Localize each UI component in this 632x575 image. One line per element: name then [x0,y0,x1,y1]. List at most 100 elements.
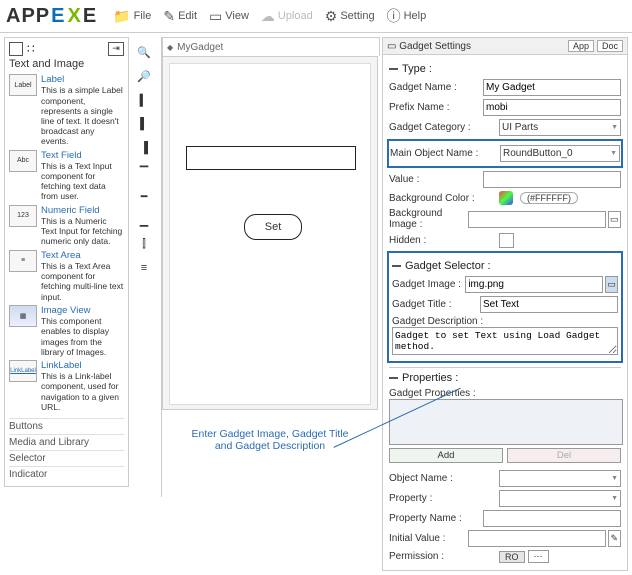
settings-title: Gadget Settings [399,41,471,52]
palette-item-label[interactable]: LabelLabelThis is a simple Label compone… [9,74,124,147]
color-picker-icon[interactable] [499,191,513,205]
permission-ro-option[interactable]: RO [499,551,525,563]
initial-value-edit-button[interactable]: ✎ [608,530,621,547]
file-menu[interactable]: 📁File [113,8,151,25]
palette-cat-media[interactable]: Media and Library [9,434,124,450]
object-name-label: Object Name : [389,473,499,484]
help-menu[interactable]: ⓘHelp [387,6,427,26]
preview-text-input[interactable] [186,146,356,170]
app-logo: APPEXE [6,5,97,28]
zoom-in-icon[interactable]: 🔍 [134,43,154,61]
canvas-tab[interactable]: ◆ MyGadget [162,37,380,56]
initial-value-input[interactable] [468,530,606,547]
doc-button[interactable]: Doc [597,40,623,52]
gadget-desc-textarea[interactable] [392,327,618,355]
main-object-label: Main Object Name : [390,148,500,159]
gadget-props-label: Gadget Properties : [389,388,476,399]
canvas-area: ◆ MyGadget Set Enter Gadget Image, Gadge… [162,37,378,452]
canvas-tool-column: 🔍 🔎 ▍ ▌ ▐ ▔ ━ ▁ ⫿ ≡ [133,37,155,277]
window-icon: ▭ [209,8,222,25]
label-thumb-icon: Label [9,74,37,96]
settings-icon: ▭ [387,41,399,52]
annotation-text: Enter Gadget Image, Gadget Title and Gad… [162,428,378,452]
align-top-icon[interactable]: ▔ [134,163,154,181]
align-bottom-icon[interactable]: ▁ [134,211,154,229]
setting-menu[interactable]: ⚙Setting [325,8,375,25]
palette-collapse-icon[interactable]: ⇥ [108,42,124,56]
hidden-checkbox[interactable] [499,233,514,248]
type-section-title: Type : [389,63,621,75]
gadget-image-input[interactable] [465,276,603,293]
dist-h-icon[interactable]: ⫿ [134,235,154,253]
gadget-settings-panel: ▭ Gadget Settings App Doc Type : Gadget … [382,37,628,571]
property-select[interactable]: ▼ [499,490,621,507]
object-name-select[interactable]: ▼ [499,470,621,487]
palette-cat-selector[interactable]: Selector [9,450,124,466]
gadget-name-label: Gadget Name : [389,82,483,93]
palette-item-numeric[interactable]: 123Numeric FieldThis is a Numeric Text I… [9,205,124,247]
gadget-desc-label: Gadget Description : [392,316,483,327]
align-middle-icon[interactable]: ━ [134,187,154,205]
bgcolor-label: Background Color : [389,193,499,204]
app-button[interactable]: App [568,40,594,52]
chevron-down-icon: ▼ [611,495,618,502]
device-preview: Set [162,56,378,410]
value-label: Value : [389,174,483,185]
palette-item-textarea[interactable]: ≡Text AreaThis is a Text Area component … [9,250,124,302]
numeric-thumb-icon: 123 [9,205,37,227]
hidden-label: Hidden : [389,235,499,246]
palette-mode-grid-icon[interactable]: ∷ [27,42,35,56]
gear-icon: ⚙ [325,8,338,25]
linklabel-thumb-icon: LinkLabel [9,360,37,382]
palette-mode-single-icon[interactable] [9,42,23,56]
property-label: Property : [389,493,499,504]
dist-v-icon[interactable]: ≡ [134,259,154,277]
prefix-name-input[interactable] [483,99,621,116]
cloud-icon: ☁ [261,8,275,25]
value-input[interactable] [483,171,621,188]
bgimage-label: Background Image : [389,208,468,230]
edit-icon: ✎ [163,8,175,25]
gadget-category-select[interactable]: UI Parts▼ [499,119,621,136]
help-icon: ⓘ [387,6,401,26]
preview-set-button[interactable]: Set [244,214,302,240]
gadget-image-browse-button[interactable]: ▭ [605,276,618,293]
gadget-title-input[interactable] [480,296,618,313]
bgimage-browse-button[interactable]: ▭ [608,211,621,228]
gadget-image-label: Gadget Image : [392,279,465,290]
chevron-down-icon: ▼ [610,150,617,157]
gadget-category-label: Gadget Category : [389,122,499,133]
selector-section-title: Gadget Selector : [392,260,618,272]
palette-item-textfield[interactable]: AbcText FieldThis is a Text Input compon… [9,150,124,202]
palette-cat-indicator[interactable]: Indicator [9,466,124,482]
prefix-name-label: Prefix Name : [389,102,483,113]
palette-item-linklabel[interactable]: LinkLabelLinkLabelThis is a Link-label c… [9,360,124,412]
permission-other-option[interactable]: ⋯ [528,550,549,563]
gadget-props-list[interactable] [389,399,623,445]
edit-menu[interactable]: ✎Edit [163,8,197,25]
gadget-title-label: Gadget Title : [392,299,480,310]
textfield-thumb-icon: Abc [9,150,37,172]
zoom-out-icon[interactable]: 🔎 [134,67,154,85]
image-thumb-icon: ▦ [9,305,37,327]
add-property-button[interactable]: Add [389,448,503,463]
bgimage-input[interactable] [468,211,606,228]
view-menu[interactable]: ▭View [209,8,249,25]
textarea-thumb-icon: ≡ [9,250,37,272]
delete-property-button[interactable]: Del [507,448,621,463]
gadget-name-input[interactable] [483,79,621,96]
palette-categories: Buttons Media and Library Selector Indic… [9,418,124,482]
upload-menu[interactable]: ☁Upload [261,8,313,25]
bgcolor-value[interactable]: (#FFFFFF) [520,192,578,204]
align-left-icon[interactable]: ▍ [134,91,154,109]
initial-value-label: Initial Value : [389,533,468,544]
component-palette: ∷ ⇥ Text and Image LabelLabelThis is a s… [4,37,129,487]
align-right-icon[interactable]: ▐ [134,139,154,157]
chevron-down-icon: ▼ [611,124,618,131]
chevron-down-icon: ▼ [611,475,618,482]
main-object-select[interactable]: RoundButton_0▼ [500,145,620,162]
align-center-icon[interactable]: ▌ [134,115,154,133]
folder-icon: 📁 [113,8,130,25]
palette-item-imageview[interactable]: ▦Image ViewThis component enables to dis… [9,305,124,357]
palette-cat-buttons[interactable]: Buttons [9,418,124,434]
